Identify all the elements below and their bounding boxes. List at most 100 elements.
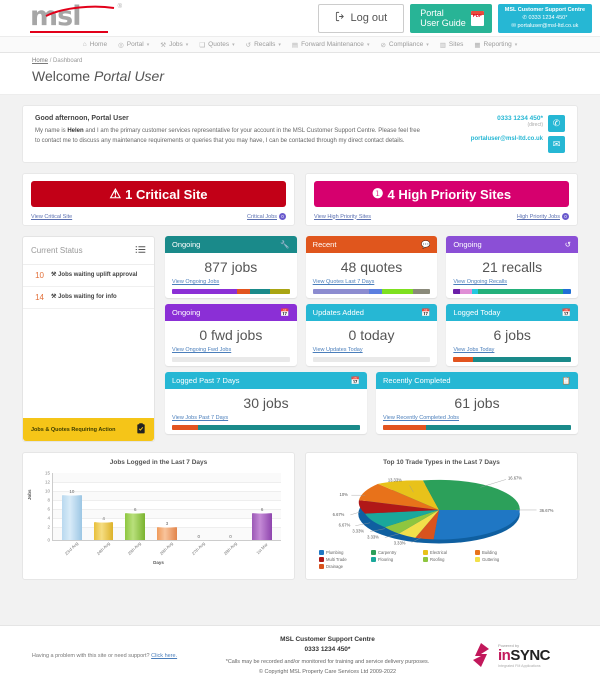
chevron-down-icon: ▾	[146, 41, 150, 48]
stat-card-link[interactable]: View Ongoing Fwd Jobs	[172, 347, 290, 353]
bar-slot[interactable]: 3	[151, 473, 183, 540]
nav-item-portal[interactable]: ◎ Portal ▾	[118, 41, 149, 49]
footer-support-block: Having a problem with this site or need …	[22, 652, 187, 661]
nav-item-jobs[interactable]: ⚒ Jobs ▾	[160, 41, 188, 49]
greeting-body-part2: and I am the primary customer services r…	[35, 128, 420, 144]
stat-card-ongoing-jobs[interactable]: Ongoing 🔧 877 jobs View Ongoing Jobs	[165, 236, 297, 298]
nav-label-recalls: Recalls	[254, 41, 276, 48]
stat-card-progress	[312, 357, 431, 362]
legend-item[interactable]: Carpentry	[371, 550, 417, 555]
legend-item[interactable]: Guttering	[475, 557, 521, 562]
stat-card-updates-added[interactable]: Updates Added 📅 0 today View Updates Tod…	[305, 304, 438, 366]
stat-card-ongoing-recalls[interactable]: Ongoing ↺ 21 recalls View Ongoing Recall…	[446, 236, 579, 298]
bar-chart-bars: 10 4 6 3 0 0 6	[53, 473, 281, 540]
stat-card-link[interactable]: View Jobs Today	[453, 347, 571, 353]
stat-card-recently-completed[interactable]: Recently Completed 📋 61 jobs View Recent…	[376, 372, 578, 434]
stat-card-ongoing-fwd-jobs[interactable]: Ongoing 📅 0 fwd jobs View Ongoing Fwd Jo…	[165, 304, 297, 366]
stat-card-link[interactable]: View Updates Today	[313, 347, 431, 353]
stat-card-body: 0 today View Updates Today	[306, 321, 438, 366]
high-priority-banner[interactable]: ❶ 4 High Priority Sites	[314, 181, 569, 207]
wrench-icon: ⚒	[160, 41, 167, 49]
insync-wordmark: Powered by inSYNC Integrated FM Applicat…	[498, 641, 551, 671]
stat-card-link[interactable]: View Quotes Last 7 Days	[313, 279, 431, 285]
bar-chart-xtick: 25th Aug	[127, 540, 143, 557]
stat-card-value: 6 jobs	[493, 327, 531, 343]
support-centre-box[interactable]: MSL Customer Support Centre ✆ 0333 1234 …	[497, 3, 592, 33]
critical-site-card: ⚠ 1 Critical Site View Critical Site Cri…	[22, 173, 295, 226]
high-priority-jobs-link[interactable]: High Priority Jobs	[517, 214, 560, 220]
stat-card-recent-quotes[interactable]: Recent 💬 48 quotes View Quotes Last 7 Da…	[305, 236, 438, 298]
legend-item[interactable]: Flooring	[371, 557, 417, 562]
bar-slot[interactable]: 0	[215, 473, 247, 540]
nav-label-forward-maintenance: Forward Maintenance	[301, 41, 364, 48]
stat-card-logged-past-7-days[interactable]: Logged Past 7 Days 📅 30 jobs View Jobs P…	[165, 372, 367, 434]
stat-card-body: 0 fwd jobs View Ongoing Fwd Jobs	[165, 321, 297, 366]
wrench-icon: 🔧	[280, 240, 290, 249]
stat-card-heading: Logged Past 7 Days	[172, 376, 240, 385]
logo-swoosh-icon	[44, 5, 116, 17]
chevron-down-icon: ▾	[232, 41, 235, 48]
nav-item-reporting[interactable]: ▦ Reporting ▾	[474, 41, 517, 49]
contact-phone: 0333 1234 450*	[497, 115, 543, 122]
stat-card-link[interactable]: View Recently Completed Jobs	[383, 415, 571, 421]
legend-item[interactable]: Roofing	[423, 557, 469, 562]
phone-icon[interactable]: ✆	[548, 115, 565, 132]
bar-chart-ytick: 10	[44, 488, 50, 494]
bar	[62, 493, 82, 540]
stat-card-progress	[453, 289, 572, 294]
pie-label-multi-trade: 6.67%	[333, 512, 345, 517]
bar-value: 0	[229, 533, 232, 539]
portal-user-guide-button[interactable]: Portal User Guide	[410, 3, 492, 33]
legend-item[interactable]: Drainage	[319, 564, 365, 569]
bar-slot[interactable]: 10	[56, 473, 88, 540]
bar-slot[interactable]: 6	[119, 473, 151, 540]
clipboard-check-icon: 📋	[561, 376, 571, 385]
stat-card-row-3: Logged Past 7 Days 📅 30 jobs View Jobs P…	[165, 372, 578, 434]
current-status-title: Current Status	[31, 246, 83, 255]
stat-card-link[interactable]: View Ongoing Recalls	[453, 279, 571, 285]
view-high-priority-sites-link[interactable]: View High Priority Sites	[314, 214, 371, 220]
legend-swatch	[475, 550, 480, 555]
status-footer-label: Jobs & Quotes Requiring Action	[31, 426, 116, 433]
bar-slot[interactable]: 6	[246, 473, 278, 540]
wrench-icon: ⚒	[51, 294, 57, 300]
nav-item-recalls[interactable]: ↺ Recalls ▾	[246, 41, 281, 49]
stat-card-progress	[312, 289, 431, 294]
support-phone-row: ✆ 0333 1234 450*	[505, 14, 585, 22]
bar-chart-ytick: 12	[44, 479, 50, 485]
stat-card-link[interactable]: View Jobs Past 7 Days	[172, 415, 360, 421]
nav-item-quotes[interactable]: ❑ Quotes ▾	[199, 41, 234, 49]
nav-item-home[interactable]: ⌂ Home	[83, 41, 107, 48]
page-title: Welcome Portal User	[32, 68, 600, 84]
critical-jobs-link[interactable]: Critical Jobs	[247, 214, 277, 220]
contact-email[interactable]: portaluser@msl-ltd.co.uk	[471, 135, 543, 143]
legend-label: Multi Trade	[326, 557, 347, 562]
legend-item[interactable]: Electrical	[423, 550, 469, 555]
footer-calls-note: *Calls may be recorded and/or monitored …	[225, 659, 430, 665]
status-row[interactable]: 14 ⚒ Jobs waiting for info	[23, 287, 154, 309]
footer-support-link[interactable]: Click here.	[151, 653, 177, 659]
bar-slot[interactable]: 4	[88, 473, 120, 540]
nav-item-compliance[interactable]: ⊘ Compliance ▾	[380, 41, 428, 49]
nav-item-forward-maintenance[interactable]: ▤ Forward Maintenance ▾	[292, 41, 370, 49]
stat-card-link[interactable]: View Ongoing Jobs	[172, 279, 290, 285]
stat-card-header: Logged Today 📅	[446, 304, 579, 321]
logout-button[interactable]: Log out	[317, 3, 405, 33]
nav-item-sites[interactable]: ▥ Sites	[440, 41, 464, 49]
legend-item[interactable]: Multi Trade	[319, 557, 365, 562]
view-critical-site-link[interactable]: View Critical Site	[31, 214, 72, 220]
mail-icon[interactable]: ✉	[548, 136, 565, 153]
bar	[220, 539, 241, 540]
legend-label: Carpentry	[378, 550, 397, 555]
jobs-quotes-requiring-action-button[interactable]: Jobs & Quotes Requiring Action	[23, 418, 154, 441]
critical-site-banner[interactable]: ⚠ 1 Critical Site	[31, 181, 286, 207]
stat-card-value: 48 quotes	[340, 259, 403, 275]
legend-item[interactable]: Plumbing	[319, 550, 365, 555]
stat-card-row-1: Ongoing 🔧 877 jobs View Ongoing Jobs Rec…	[165, 236, 579, 298]
stat-card-logged-today[interactable]: Logged Today 📅 6 jobs View Jobs Today	[446, 304, 579, 366]
status-row[interactable]: 10 ⚒ Jobs waiting uplift approval	[23, 265, 154, 287]
current-status-card: Current Status 10 ⚒ Jobs waiting uplift …	[22, 236, 155, 442]
bar-slot[interactable]: 0	[183, 473, 215, 540]
logout-label: Log out	[350, 12, 388, 24]
legend-item[interactable]: Building	[475, 550, 521, 555]
